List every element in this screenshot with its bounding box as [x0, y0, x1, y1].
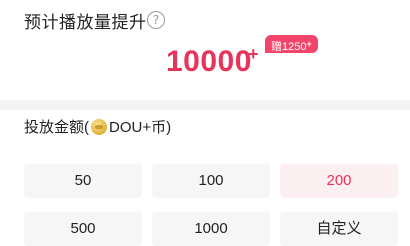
dou-coin-icon [91, 118, 107, 135]
help-icon[interactable]: ? [147, 11, 165, 29]
amount-option-200[interactable]: 200 [280, 164, 398, 198]
estimated-views-value: 10000 [166, 45, 252, 78]
amount-label-suffix: DOU+币) [109, 119, 172, 136]
bonus-badge-text: 赠1250 [271, 41, 307, 53]
amount-label: 投放金额( DOU+币) [24, 116, 171, 137]
estimated-views-plus: + [248, 44, 259, 64]
amount-label-prefix: 投放金额( [24, 119, 89, 136]
bonus-badge: 赠1250+ [265, 35, 318, 53]
section-divider [0, 100, 410, 110]
estimate-title: 预计播放量提升 [24, 13, 147, 33]
bonus-badge-plus: + [306, 39, 312, 49]
amount-option-1000[interactable]: 1000 [152, 212, 270, 246]
amount-option-50[interactable]: 50 [24, 164, 142, 198]
amount-option-500[interactable]: 500 [24, 212, 142, 246]
amount-option-100[interactable]: 100 [152, 164, 270, 198]
amount-option-custom[interactable]: 自定义 [280, 212, 398, 246]
